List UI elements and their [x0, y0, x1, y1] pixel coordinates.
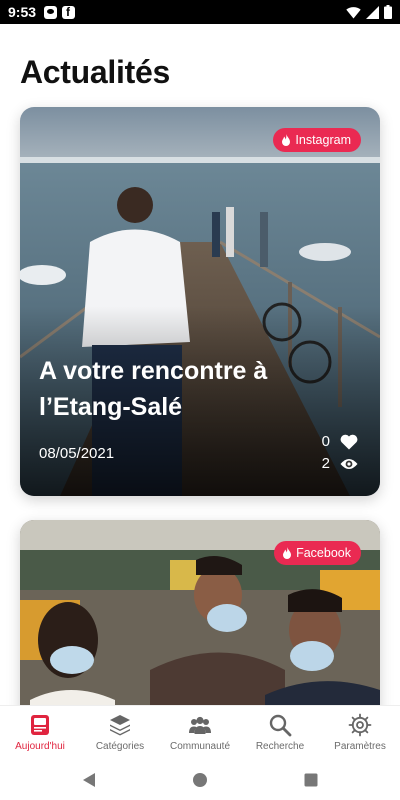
- facebook-icon: [62, 5, 76, 19]
- recents-icon[interactable]: [303, 772, 319, 788]
- nav-item-today[interactable]: Aujourd'hui: [0, 706, 80, 760]
- likes-count[interactable]: 0: [322, 433, 358, 450]
- people-icon: [189, 716, 211, 734]
- nav-label: Paramètres: [334, 741, 386, 752]
- nav-label: Aujourd'hui: [15, 741, 65, 752]
- home-icon[interactable]: [192, 772, 208, 788]
- back-icon[interactable]: [81, 772, 97, 788]
- heart-icon: [340, 434, 358, 449]
- today-icon: [31, 715, 49, 735]
- nav-item-community[interactable]: Communauté: [160, 706, 240, 760]
- card-title: A votre rencontre à l’Etang-Salé: [39, 357, 268, 421]
- nav-label: Catégories: [95, 741, 145, 752]
- wifi-icon: [346, 6, 361, 18]
- message-icon: [44, 5, 58, 19]
- page-title: Actualités: [20, 54, 170, 90]
- flame-icon: [282, 133, 291, 146]
- nav-item-settings[interactable]: Paramètres: [320, 706, 400, 760]
- status-time: 9:53: [8, 4, 37, 20]
- nav-item-categories[interactable]: Catégories: [80, 706, 160, 760]
- system-nav: [0, 760, 400, 800]
- search-icon: [269, 714, 292, 737]
- news-card[interactable]: Facebook: [20, 520, 380, 720]
- battery-icon: [384, 5, 392, 19]
- nav-item-search[interactable]: Recherche: [240, 706, 320, 760]
- news-card[interactable]: Instagram A votre rencontre à l’Etang-Sa…: [20, 107, 380, 496]
- source-badge: Facebook: [274, 541, 361, 565]
- eye-icon: [340, 458, 358, 469]
- source-badge-label: Instagram: [295, 133, 351, 147]
- card-date: 08/05/2021: [39, 445, 115, 462]
- nav-label: Communauté: [169, 741, 231, 752]
- status-bar: 9:53: [0, 0, 400, 24]
- likes-value: 0: [321, 433, 330, 450]
- source-badge: Instagram: [273, 128, 361, 152]
- nav-label: Recherche: [255, 741, 305, 752]
- source-badge-label: Facebook: [296, 546, 351, 560]
- flame-icon: [283, 546, 292, 559]
- layers-icon: [110, 715, 130, 736]
- gear-icon: [348, 713, 372, 737]
- views-value: 2: [321, 455, 330, 472]
- views-count: 2: [322, 455, 358, 472]
- signal-icon: [366, 5, 379, 19]
- bottom-nav: Aujourd'hui Catégories Communauté Recher…: [0, 705, 400, 760]
